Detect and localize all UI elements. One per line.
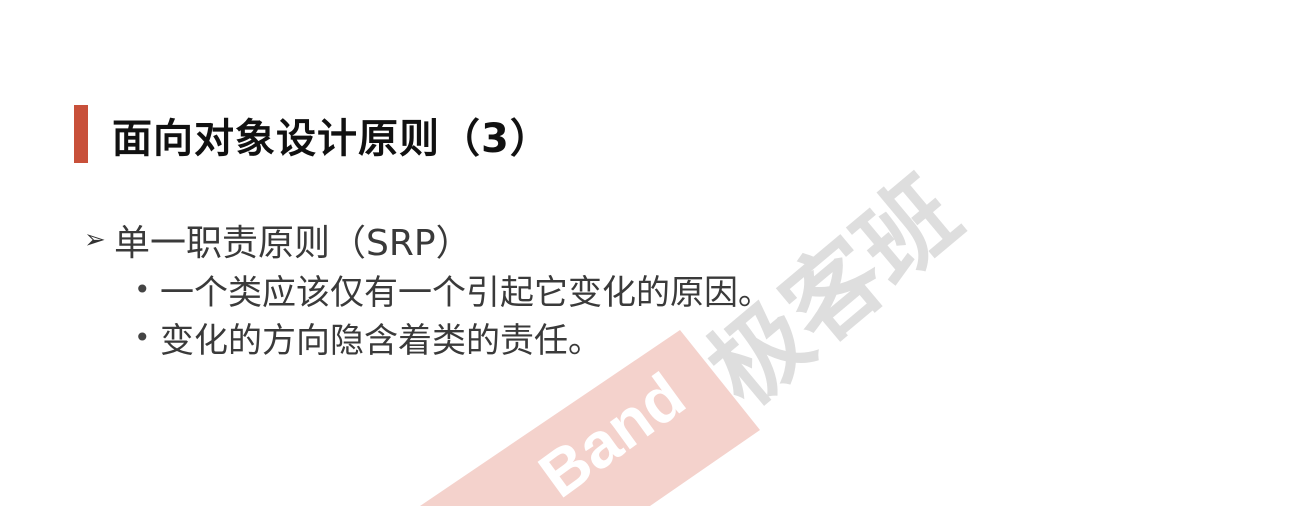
title-accent-bar [74,105,88,163]
bullet-text: 一个类应该仅有一个引起它变化的原因。 [160,272,772,313]
list-item: • 一个类应该仅有一个引起它变化的原因。 [84,265,772,313]
heading-item: ➢ 单一职责原则（SRP） [84,215,772,265]
page-title: 面向对象设计原则（3） [112,116,551,162]
arrow-bullet-icon: ➢ [84,225,106,255]
heading-text: 单一职责原则（SRP） [114,223,472,264]
dot-bullet-icon: • [134,320,151,354]
dot-bullet-icon: • [134,272,151,306]
watermark-banner-text: Band [526,359,698,506]
slide-body: ➢ 单一职责原则（SRP） • 一个类应该仅有一个引起它变化的原因。 • 变化的… [84,215,772,361]
bullet-text: 变化的方向隐含着类的责任。 [160,320,602,361]
slide: Band 极客班 面向对象设计原则（3） ➢ 单一职责原则（SRP） • 一个类… [0,0,1296,506]
list-item: • 变化的方向隐含着类的责任。 [84,313,772,361]
